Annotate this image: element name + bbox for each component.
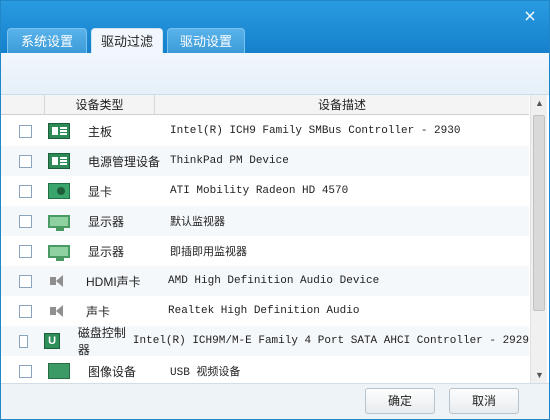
device-type: HDMI声卡 (86, 274, 141, 289)
table-row[interactable]: 图像设备 USB 视频设备 (1, 356, 529, 383)
ok-button[interactable]: 确定 (365, 388, 435, 414)
table-row[interactable]: 电源管理设备 ThinkPad PM Device (1, 146, 529, 176)
cancel-button[interactable]: 取消 (449, 388, 519, 414)
device-description: 默认监视器 (170, 217, 225, 229)
scroll-up-arrow-icon[interactable]: ▲ (531, 95, 548, 111)
row-checkbox[interactable] (19, 244, 32, 258)
device-description: 即插即用监视器 (170, 247, 247, 259)
column-header-select[interactable] (1, 95, 45, 115)
power-management-icon (48, 153, 70, 169)
row-checkbox[interactable] (19, 154, 32, 168)
motherboard-icon (48, 123, 70, 139)
graphics-card-icon (48, 183, 70, 199)
usb-icon: U (44, 333, 60, 349)
row-checkbox[interactable] (19, 364, 32, 378)
device-description: AMD High Definition Audio Device (168, 275, 380, 287)
speaker-icon (48, 303, 68, 319)
tab-driver-settings[interactable]: 驱动设置 (167, 28, 245, 53)
table-row[interactable]: U 磁盘控制器 Intel(R) ICH9M/M-E Family 4 Port… (1, 326, 529, 357)
table-row[interactable]: 主板 Intel(R) ICH9 Family SMBus Controller… (1, 116, 529, 146)
camera-icon (48, 363, 70, 379)
tab-driver-filter[interactable]: 驱动过滤 (91, 28, 163, 54)
row-checkbox[interactable] (19, 214, 32, 228)
device-description: Intel(R) ICH9M/M-E Family 4 Port SATA AH… (132, 335, 529, 347)
device-type: 显示器 (88, 214, 125, 229)
row-checkbox[interactable] (19, 124, 32, 138)
table-header: 设备类型 设备描述 (1, 95, 529, 115)
close-button[interactable]: × (521, 7, 539, 25)
row-checkbox[interactable] (19, 304, 32, 318)
tab-bar: 系统设置 驱动过滤 驱动设置 (7, 28, 249, 54)
dialog-footer: 确定 取消 (1, 383, 549, 419)
device-type: 显示器 (88, 244, 125, 259)
device-type: 主板 (88, 124, 113, 139)
table-row[interactable]: 显示器 默认监视器 (1, 206, 529, 236)
device-type: 声卡 (86, 304, 111, 319)
column-header-device-description[interactable]: 设备描述 (155, 95, 529, 115)
device-description: Intel(R) ICH9 Family SMBus Controller - … (170, 125, 461, 137)
driver-settings-window: × 系统设置 驱动过滤 驱动设置 设备类型 设备描述 主板 Intel(R) I… (0, 0, 550, 420)
tab-content-header (1, 53, 549, 95)
row-checkbox[interactable] (19, 274, 32, 288)
row-checkbox[interactable] (19, 334, 29, 348)
title-bar: × 系统设置 驱动过滤 驱动设置 (1, 1, 549, 54)
table-row[interactable]: HDMI声卡 AMD High Definition Audio Device (1, 266, 529, 296)
table-row[interactable]: 声卡 Realtek High Definition Audio (1, 296, 529, 326)
device-description: ThinkPad PM Device (170, 155, 289, 167)
scrollbar-thumb[interactable] (533, 115, 545, 311)
vertical-scrollbar[interactable]: ▲ ▼ (530, 95, 547, 383)
device-description: ATI Mobility Radeon HD 4570 (170, 185, 349, 197)
device-type: 显卡 (88, 184, 113, 199)
row-checkbox[interactable] (19, 184, 32, 198)
device-description: USB 视频设备 (170, 367, 241, 379)
device-type: 电源管理设备 (88, 154, 161, 169)
speaker-icon (48, 273, 68, 289)
table-row[interactable]: 显示器 即插即用监视器 (1, 236, 529, 266)
tab-system-settings[interactable]: 系统设置 (7, 28, 87, 53)
device-type: 磁盘控制器 (77, 326, 126, 357)
table-row[interactable]: 显卡 ATI Mobility Radeon HD 4570 (1, 176, 529, 206)
monitor-icon (48, 214, 70, 231)
device-description: Realtek High Definition Audio (168, 305, 360, 317)
column-header-device-type[interactable]: 设备类型 (45, 95, 155, 115)
monitor-icon (48, 244, 70, 261)
device-list: 主板 Intel(R) ICH9 Family SMBus Controller… (1, 116, 529, 383)
scroll-down-arrow-icon[interactable]: ▼ (531, 367, 548, 383)
device-type: 图像设备 (88, 364, 137, 379)
